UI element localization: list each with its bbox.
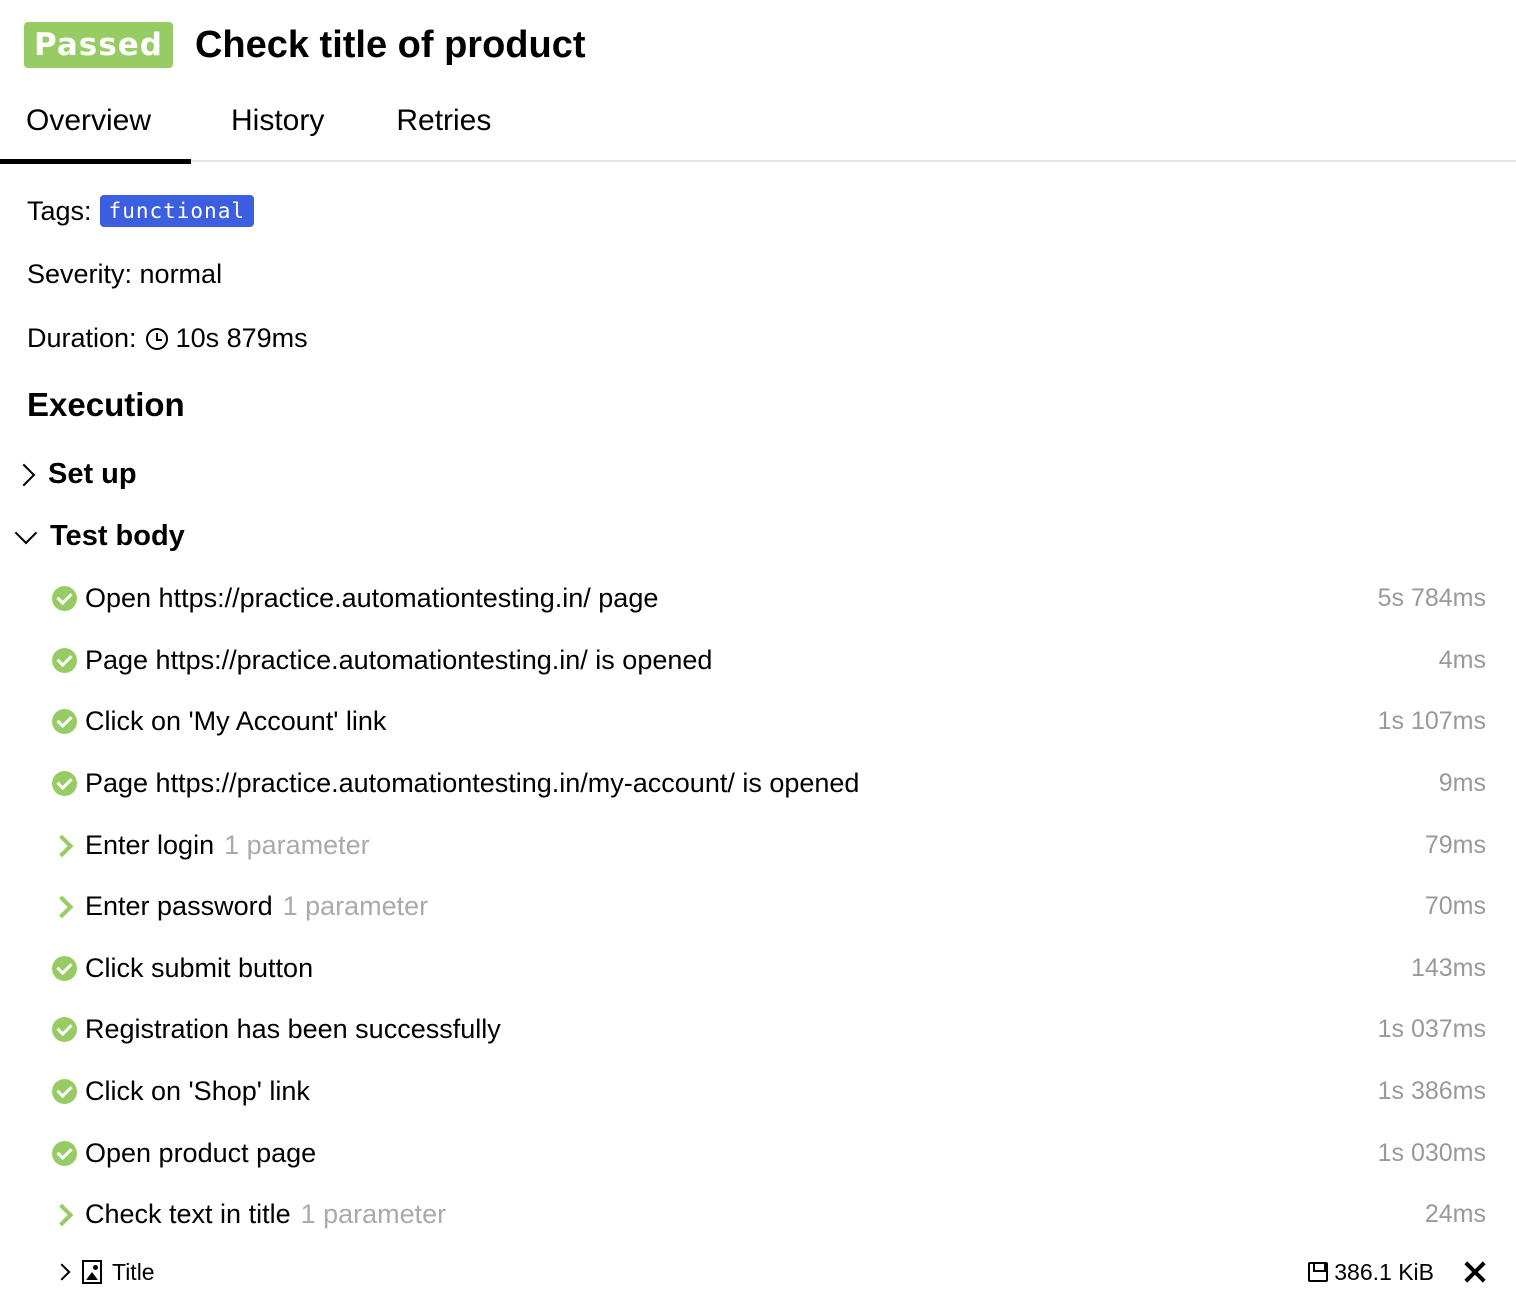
duration-value: 10s 879ms (175, 323, 308, 353)
step-row[interactable]: Page https://practice.automationtesting.… (52, 763, 1486, 803)
step-row[interactable]: Page https://practice.automationtesting.… (52, 640, 1486, 680)
step-row[interactable]: Enter password 1 parameter 70ms (52, 886, 1486, 926)
setup-group[interactable]: Set up (12, 458, 137, 491)
step-name: Click submit button (85, 952, 314, 983)
step-duration: 24ms (1424, 1199, 1486, 1228)
attachment-row[interactable]: Title 386.1 KiB (53, 1256, 1486, 1288)
expand-icon[interactable] (1464, 1261, 1486, 1283)
tag-badge[interactable]: functional (99, 195, 254, 227)
check-icon (52, 955, 77, 981)
tab-overview[interactable]: Overview (0, 90, 191, 164)
step-duration: 1s 107ms (1377, 706, 1486, 735)
step-duration: 5s 784ms (1377, 583, 1486, 612)
severity-row: Severity: normal (27, 259, 222, 290)
step-parameter: 1 parameter (224, 829, 370, 860)
step-row[interactable]: Open https://practice.automationtesting.… (52, 578, 1486, 618)
chevron-right-icon (52, 833, 77, 858)
check-icon (52, 770, 77, 796)
step-name: Enter password (85, 890, 273, 921)
test-body-group[interactable]: Test body (14, 520, 185, 553)
step-duration: 70ms (1424, 891, 1486, 920)
tags-label: Tags: (27, 195, 92, 226)
execution-title: Execution (27, 386, 185, 423)
tags-row: Tags: functional (27, 195, 254, 227)
status-badge: Passed (24, 22, 173, 68)
tab-history[interactable]: History (205, 90, 350, 162)
check-icon (52, 1078, 77, 1104)
step-duration: 1s 037ms (1377, 1014, 1486, 1043)
severity-label: Severity: normal (27, 259, 223, 289)
setup-label: Set up (48, 458, 137, 490)
attachment-name: Title (112, 1258, 155, 1285)
step-row[interactable]: Check text in title 1 parameter 24ms (52, 1194, 1486, 1234)
tab-bar: Overview History Retries (0, 90, 1516, 164)
step-name: Click on 'My Account' link (85, 705, 387, 736)
step-row[interactable]: Click submit button 143ms (52, 948, 1486, 988)
clock-icon (145, 327, 168, 350)
check-icon (52, 1016, 77, 1042)
step-duration: 9ms (1438, 768, 1486, 797)
tab-retries[interactable]: Retries (370, 90, 517, 162)
check-icon (52, 1140, 77, 1166)
chevron-right-icon (52, 1202, 77, 1227)
save-icon[interactable] (1308, 1262, 1329, 1282)
duration-label: Duration: (27, 323, 137, 353)
check-icon (52, 647, 77, 673)
chevron-right-icon (52, 894, 77, 919)
step-duration: 143ms (1410, 953, 1486, 982)
step-name: Page https://practice.automationtesting.… (85, 767, 860, 798)
step-row[interactable]: Registration has been successfully 1s 03… (52, 1009, 1486, 1049)
step-duration: 4ms (1438, 645, 1486, 674)
step-duration: 1s 030ms (1377, 1138, 1486, 1167)
step-name: Page https://practice.automationtesting.… (85, 644, 713, 675)
step-name: Click on 'Shop' link (85, 1075, 310, 1106)
step-parameter: 1 parameter (282, 890, 429, 921)
step-name: Registration has been successfully (85, 1013, 501, 1044)
attachment-size: 386.1 KiB (1334, 1258, 1434, 1285)
step-name: Open product page (85, 1137, 317, 1168)
step-row[interactable]: Click on 'My Account' link 1s 107ms (52, 701, 1486, 741)
step-row[interactable]: Open product page 1s 030ms (52, 1133, 1486, 1173)
image-icon (82, 1260, 102, 1284)
step-parameter: 1 parameter (300, 1198, 447, 1229)
step-name: Open https://practice.automationtesting.… (85, 582, 659, 613)
page-title: Check title of product (194, 23, 586, 66)
step-duration: 1s 386ms (1377, 1076, 1486, 1105)
step-row[interactable]: Click on 'Shop' link 1s 386ms (52, 1071, 1486, 1111)
chevron-down-icon (14, 521, 38, 544)
chevron-right-icon (53, 1263, 71, 1281)
step-duration: 79ms (1424, 830, 1486, 859)
test-body-label: Test body (50, 520, 185, 552)
step-row[interactable]: Enter login 1 parameter 79ms (52, 825, 1486, 865)
step-name: Check text in title (85, 1198, 291, 1229)
test-header: Passed Check title of product (24, 20, 586, 70)
duration-row: Duration: 10s 879ms (27, 323, 308, 354)
step-name: Enter login (85, 829, 215, 860)
check-icon (52, 708, 77, 734)
chevron-right-icon (12, 463, 36, 486)
check-icon (52, 585, 77, 611)
